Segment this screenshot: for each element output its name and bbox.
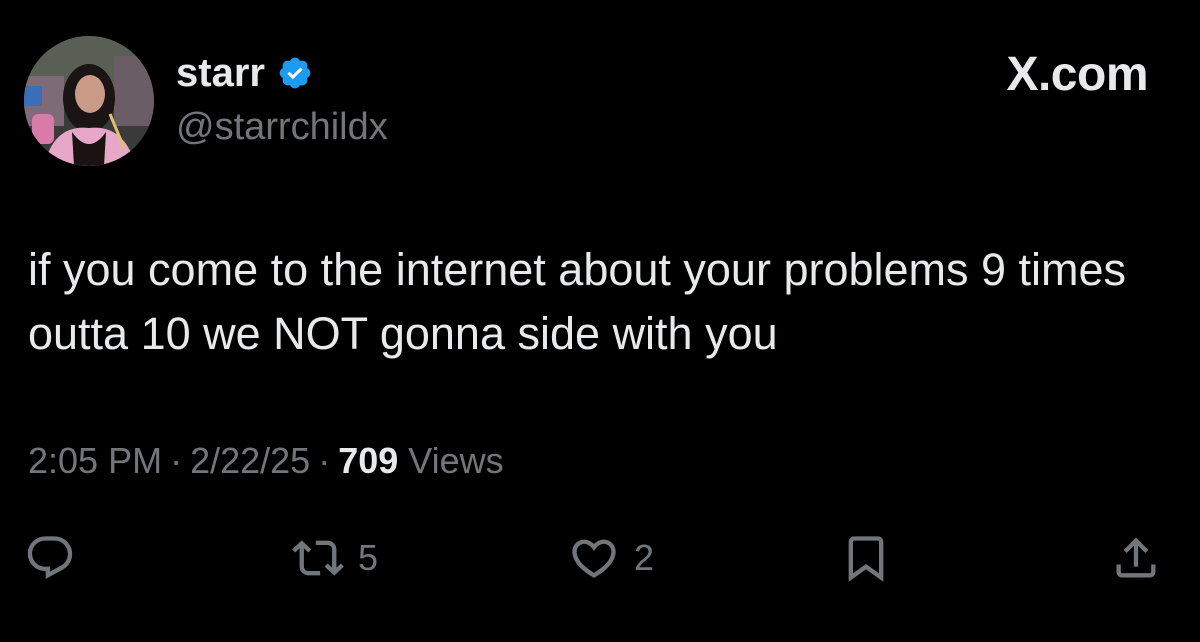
like-count: 2 <box>634 537 655 578</box>
retweet-count: 5 <box>358 537 379 578</box>
separator-dot: · <box>170 440 183 481</box>
separator-dot: · <box>318 440 331 481</box>
like-button[interactable]: 2 <box>568 528 654 588</box>
views-label: Views <box>408 440 504 481</box>
action-bar: 5 2 <box>0 528 1200 588</box>
views-count: 709 <box>338 440 399 481</box>
heart-icon <box>572 539 616 578</box>
tweet-meta: 2:05 PM · 2/22/25 · 709 Views <box>28 436 504 486</box>
bookmark-icon <box>848 536 884 582</box>
verified-badge-icon <box>279 57 311 89</box>
retweet-button[interactable]: 5 <box>292 528 378 588</box>
tweet-time[interactable]: 2:05 PM <box>28 440 162 481</box>
tweet-card: starr @starrchildx X.com if you come to … <box>0 0 1200 642</box>
reply-button[interactable] <box>24 528 76 588</box>
name-row: starr <box>176 50 313 96</box>
retweet-icon <box>292 540 344 576</box>
avatar-image <box>24 36 154 166</box>
bookmark-button[interactable] <box>840 528 892 588</box>
tweet-date[interactable]: 2/22/25 <box>190 440 310 481</box>
reply-icon <box>27 536 73 580</box>
brand-watermark: X.com <box>1006 48 1148 101</box>
share-icon <box>1116 537 1156 578</box>
avatar[interactable] <box>24 36 154 166</box>
display-name[interactable]: starr <box>176 50 265 96</box>
user-handle[interactable]: @starrchildx <box>176 104 388 150</box>
share-button[interactable] <box>1110 528 1162 588</box>
tweet-text: if you come to the internet about your p… <box>28 244 1127 359</box>
